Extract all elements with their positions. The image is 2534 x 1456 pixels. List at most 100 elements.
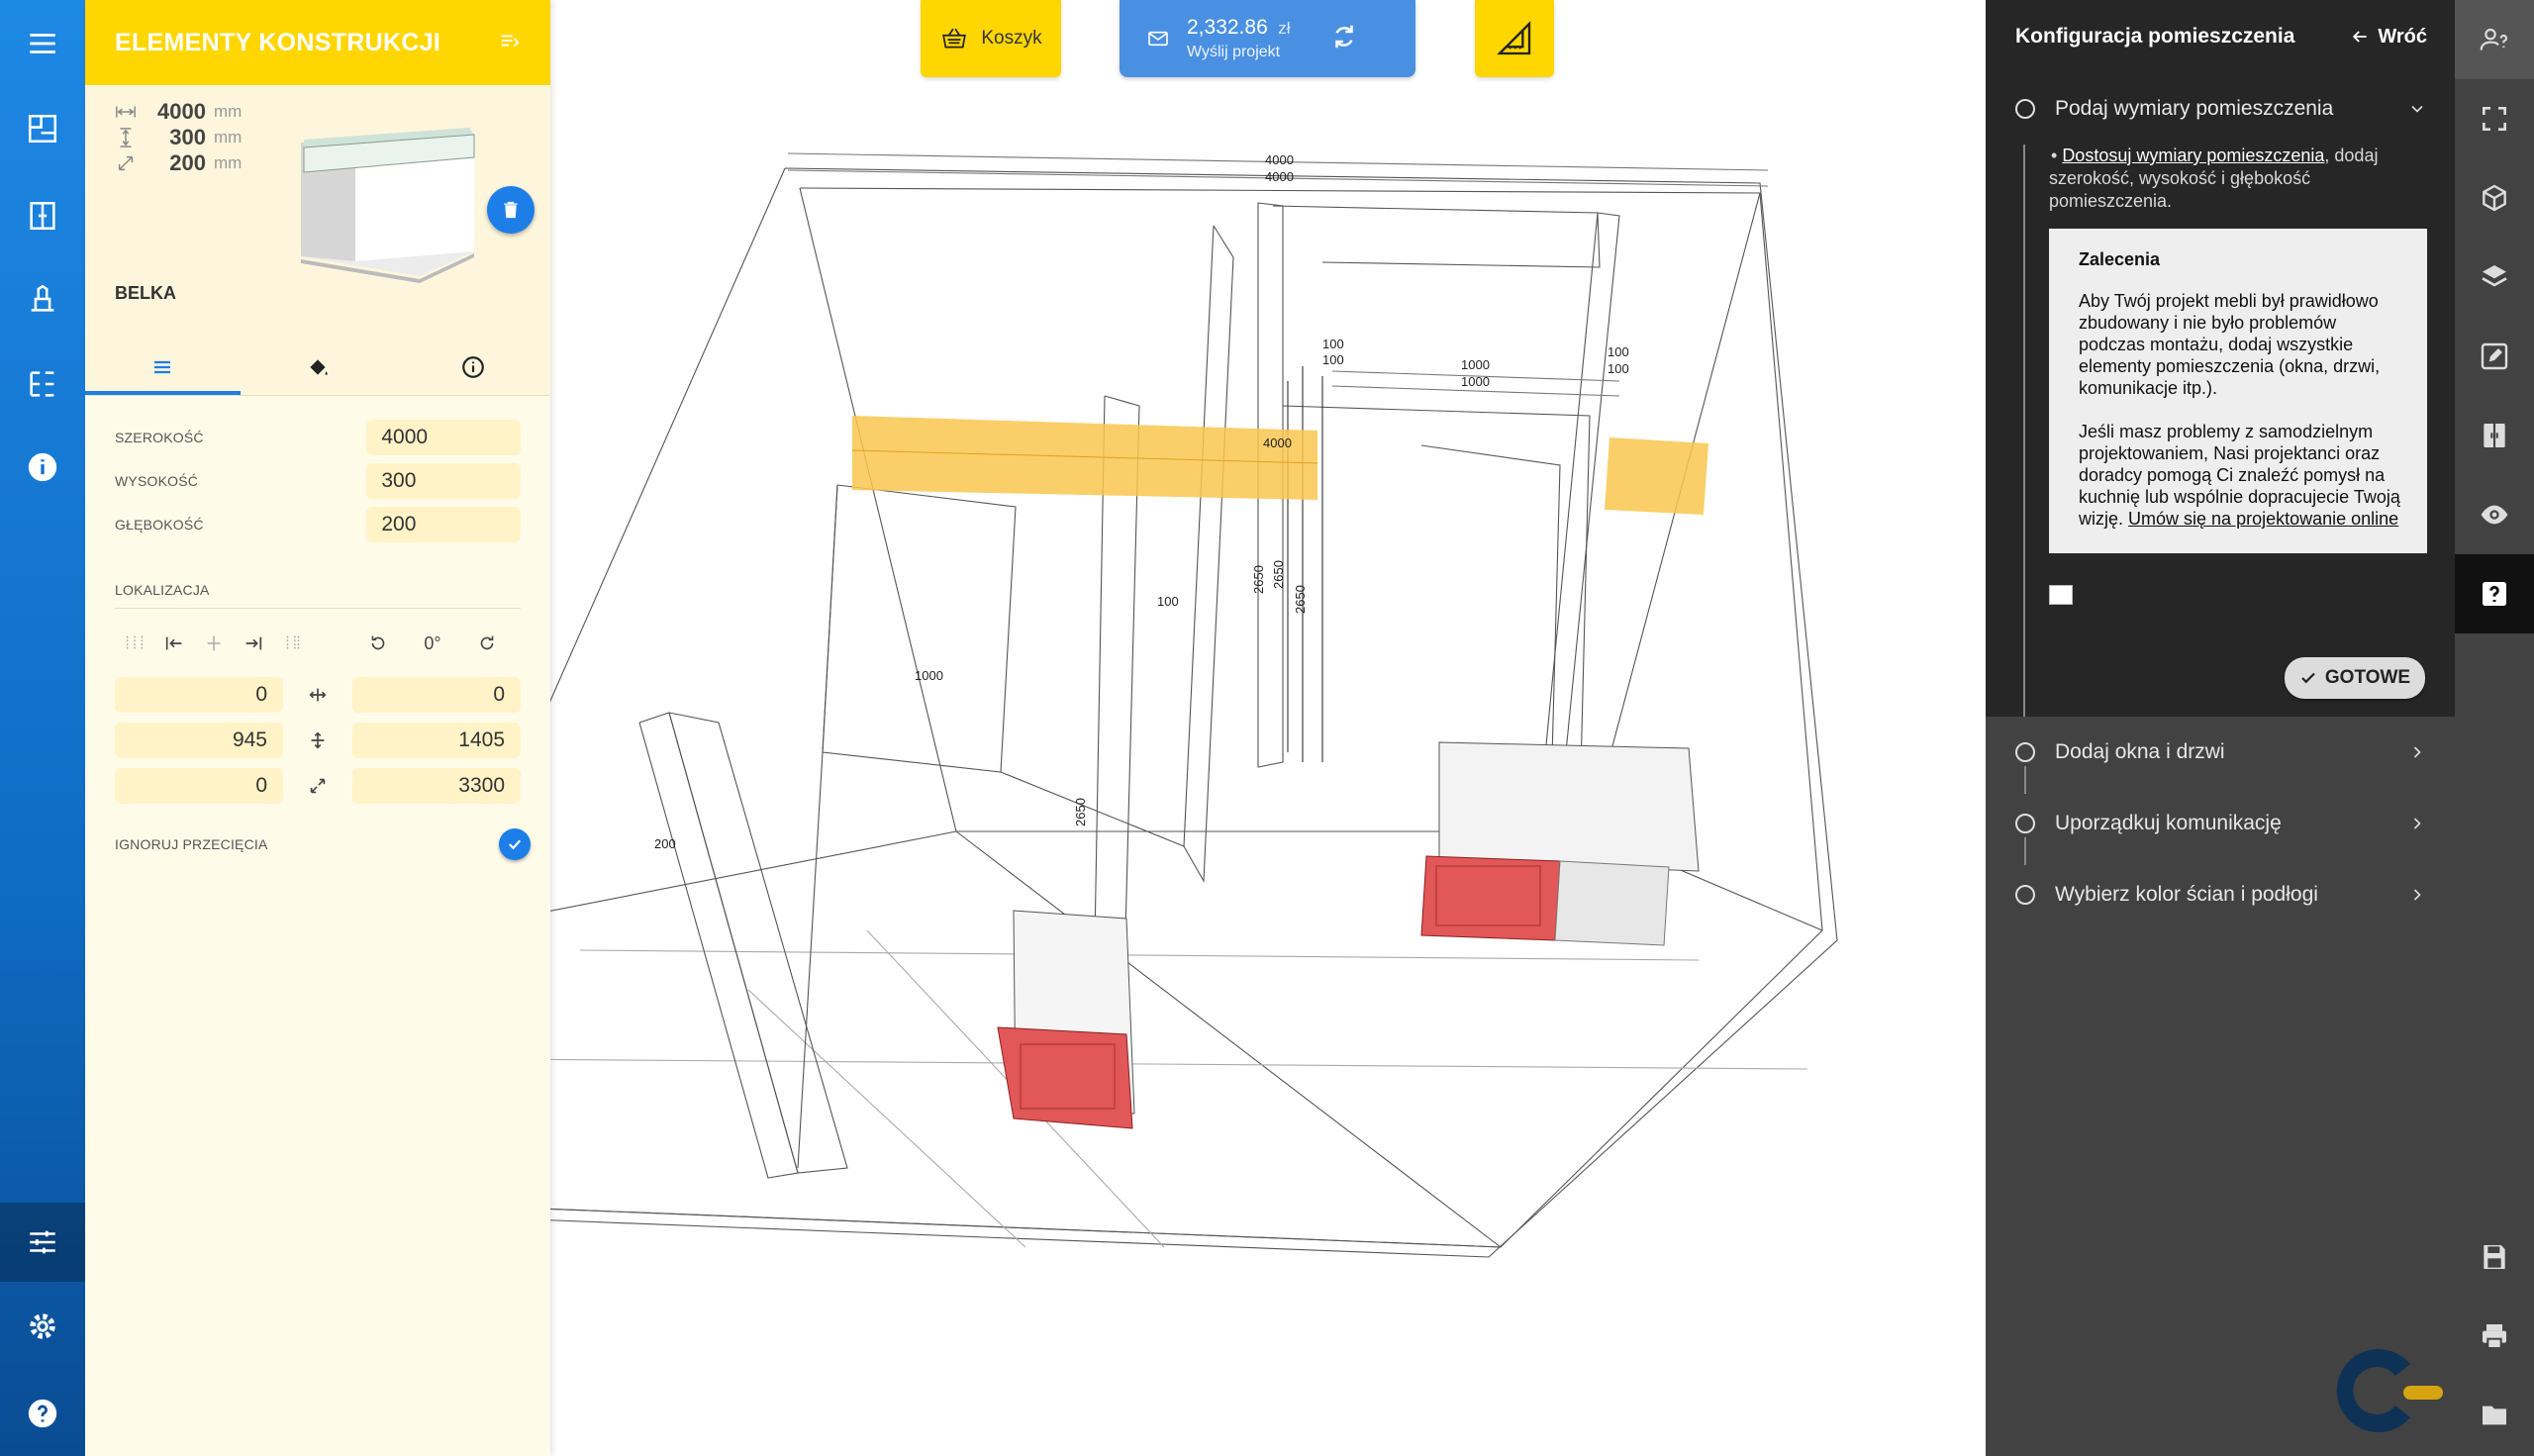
dim-label-right-b: 100 (1608, 361, 1629, 376)
user-help-icon[interactable] (2455, 0, 2534, 79)
align-left-edge-icon[interactable] (115, 624, 154, 663)
selected-beam[interactable] (851, 416, 1708, 515)
step-room-dimensions-header[interactable]: Podaj wymiary pomieszczenia (2015, 73, 2427, 145)
rotate-right-icon[interactable] (467, 624, 507, 663)
adjust-dimensions-link[interactable]: Dostosuj wymiary pomieszczenia (2062, 146, 2324, 165)
collapse-list-icon[interactable] (499, 30, 521, 56)
step-wall-floor-color[interactable]: Wybierz kolor ścian i podłogi (1986, 837, 2455, 930)
cabinet-fronts-icon[interactable] (2455, 396, 2534, 475)
send-project-button[interactable]: 2,332.86 zł Wyślij projekt (1120, 0, 1415, 77)
recommendations-text-2-wrap: Jeśli masz problemy z samodzielnym proje… (2079, 421, 2401, 530)
tree-icon[interactable] (0, 344, 85, 424)
location-x-right-input[interactable]: 0 (352, 677, 521, 713)
dim-label-height-d: 2650 (1073, 798, 1088, 826)
help-icon[interactable] (0, 1374, 85, 1453)
recommendations-text-1: Aby Twój projekt mebli był prawidłowo zb… (2079, 291, 2381, 398)
fullscreen-icon[interactable] (2455, 79, 2534, 158)
book-consultation-link[interactable]: Umów się na projektowanie online (2128, 509, 2398, 529)
envelope-icon (1148, 31, 1168, 47)
eye-icon[interactable] (2455, 475, 2534, 554)
depth-label: GŁĘBOKOŚĆ (115, 517, 204, 533)
height-icon (120, 128, 132, 147)
height-unit: mm (214, 128, 243, 146)
location-z-left-input[interactable]: 0 (115, 768, 283, 804)
align-center-icon[interactable] (194, 624, 234, 663)
save-icon[interactable] (2455, 1217, 2534, 1297)
align-right-edge-icon[interactable] (273, 624, 313, 663)
floorplan-icon[interactable] (0, 89, 85, 168)
3d-cube-icon[interactable] (2455, 158, 2534, 238)
properties-title: ELEMENTY KONSTRUKCJI (115, 28, 441, 56)
trash-icon (504, 201, 518, 219)
cart-button[interactable]: Koszyk (921, 0, 1061, 77)
cabinet-icon[interactable] (0, 176, 85, 255)
done-button[interactable]: GOTOWE (2285, 657, 2425, 699)
width-unit: mm (214, 102, 243, 121)
align-left-icon[interactable] (154, 624, 194, 663)
step-connector (2024, 766, 2026, 794)
layers-icon[interactable] (2455, 238, 2534, 317)
paint-bucket-icon (310, 358, 328, 375)
width-input[interactable]: 4000 (366, 420, 521, 455)
step-1-body: • Dostosuj wymiary pomieszczenia, dodaj … (2023, 145, 2427, 717)
print-icon[interactable] (2455, 1297, 2534, 1376)
height-value: 300 (169, 125, 206, 149)
cabinet-left[interactable] (997, 910, 1135, 1129)
depth-input[interactable]: 200 (366, 507, 521, 542)
location-z-right-input[interactable]: 3300 (352, 768, 521, 804)
align-right-icon[interactable] (234, 624, 273, 663)
delete-button[interactable] (487, 186, 535, 234)
tab-info[interactable] (395, 339, 550, 395)
step-communication[interactable]: Uporządkuj komunikację (1986, 766, 2455, 859)
rotation-value[interactable]: 0° (398, 624, 467, 663)
depth-unit: mm (214, 153, 243, 172)
depth-row: GŁĘBOKOŚĆ 200 (115, 503, 521, 546)
project-price: 2,332.86 (1187, 16, 1268, 39)
step-1-instructions: • Dostosuj wymiary pomieszczenia, dodaj … (2049, 146, 2379, 211)
location-y-left-input[interactable]: 945 (115, 723, 283, 758)
chevron-down-icon (2411, 105, 2423, 113)
sliders-icon[interactable] (0, 1203, 85, 1282)
broken-image-icon (2049, 585, 2073, 605)
tab-color[interactable] (241, 339, 396, 395)
ignore-intersections-checkbox[interactable] (499, 828, 531, 860)
left-rail (0, 0, 85, 1456)
width-label: SZEROKOŚĆ (115, 430, 204, 445)
dim-label-pillar: 200 (654, 836, 676, 851)
menu-icon[interactable] (0, 4, 85, 83)
cabinet-right[interactable] (1420, 741, 1700, 946)
send-project-label: Wyślij projekt (1187, 44, 1281, 60)
dim-label-height-b: 2650 (1271, 560, 1286, 589)
width-value: 4000 (157, 99, 206, 124)
measure-button[interactable] (1475, 0, 1554, 77)
recommendations-title: Zalecenia (2079, 249, 2161, 269)
furniture-icon[interactable] (0, 259, 85, 339)
back-button[interactable]: Wróć (2350, 26, 2427, 49)
config-header: Konfiguracja pomieszczenia Wróć (1986, 0, 2455, 73)
step-1-label: Podaj wymiary pomieszczenia (2055, 97, 2334, 120)
properties-header: ELEMENTY KONSTRUKCJI (85, 0, 550, 85)
tab-dimensions[interactable] (85, 339, 241, 395)
room-3d-view[interactable]: 4000 4000 100 100 1000 1000 100 100 4000… (550, 79, 1986, 1455)
step-windows-doors[interactable]: Dodaj okna i drzwi (1986, 717, 2455, 788)
element-name: BELKA (115, 283, 176, 303)
info-icon[interactable] (0, 428, 85, 507)
edit-icon[interactable] (2455, 317, 2534, 396)
dimension-fields: SZEROKOŚĆ 4000 WYSOKOŚĆ 300 GŁĘBOKOŚĆ 20… (85, 396, 550, 860)
location-section-label: LOKALIZACJA (115, 582, 521, 609)
folder-icon[interactable] (2455, 1376, 2534, 1455)
location-row-x: 0 0 (115, 672, 521, 718)
dim-label-span-a: 1000 (1461, 357, 1490, 372)
config-title: Konfiguracja pomieszczenia (2015, 25, 2295, 48)
height-input[interactable]: 300 (366, 463, 521, 499)
location-x-left-input[interactable]: 0 (115, 677, 283, 713)
gear-icon[interactable] (0, 1287, 85, 1366)
help-question-icon[interactable] (2455, 554, 2534, 633)
recommendations-box: Zalecenia Aby Twój projekt mebli był pra… (2049, 229, 2427, 553)
location-y-right-input[interactable]: 1405 (352, 723, 521, 758)
refresh-icon[interactable] (1329, 22, 1359, 56)
location-row-y: 945 1405 (115, 718, 521, 763)
rotate-left-icon[interactable] (358, 624, 398, 663)
beam-preview-image (301, 128, 475, 283)
ignore-intersections-label: IGNORUJ PRZECIĘCIA (115, 836, 268, 852)
